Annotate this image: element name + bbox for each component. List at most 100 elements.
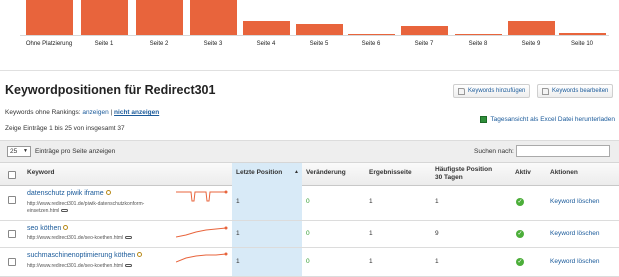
document-icon bbox=[542, 87, 549, 95]
col-best-line2: 30 Tagen bbox=[435, 174, 463, 181]
page-title: Keywordpositionen für Redirect301 bbox=[5, 83, 216, 97]
edit-keywords-label: Keywords bearbeiten bbox=[552, 88, 609, 94]
change-value: 0 bbox=[306, 198, 310, 205]
keyword-distribution-chart: Ohne Platzierung Seite 1 Seite 2 Seite 3 Sei… bbox=[0, 0, 619, 52]
table-header: Keyword Letzte Position ▲ Veränderung Er… bbox=[0, 162, 619, 186]
table-row: seo köthen http://www.redirect301.de/seo… bbox=[0, 221, 619, 248]
chart-axis bbox=[20, 35, 609, 36]
col-keyword[interactable]: Keyword bbox=[27, 169, 54, 176]
category-label: Seite 1 bbox=[94, 41, 114, 47]
chart-bar bbox=[190, 0, 237, 36]
chart-bar bbox=[81, 0, 128, 36]
divider bbox=[0, 70, 619, 71]
keyword-text: suchmaschinenoptimierung köthen bbox=[27, 252, 136, 259]
col-actions: Aktionen bbox=[550, 169, 578, 176]
change-value: 0 bbox=[306, 258, 310, 265]
change-value: 0 bbox=[306, 230, 310, 237]
url-text: http://www.redirect301.de/seo-koethen.ht… bbox=[27, 235, 133, 242]
category-label: Seite 2 bbox=[149, 41, 169, 47]
check-icon[interactable]: ✓ bbox=[516, 230, 524, 238]
check-icon[interactable]: ✓ bbox=[516, 198, 524, 206]
position-sparkline bbox=[176, 252, 228, 263]
category-label: Seite 10 bbox=[570, 41, 594, 47]
col-active[interactable]: Aktiv bbox=[515, 169, 531, 176]
select-all-checkbox[interactable] bbox=[8, 171, 16, 179]
preview-icon[interactable] bbox=[125, 264, 133, 268]
url-text-2: einsetzen.html bbox=[27, 208, 69, 215]
row-checkbox[interactable] bbox=[8, 258, 16, 266]
search-icon[interactable] bbox=[105, 190, 111, 195]
url-text-value: http://www.redirect301.de/seo-koethen.ht… bbox=[27, 235, 124, 241]
best-position: 1 bbox=[435, 258, 439, 265]
category-label: Seite 8 bbox=[468, 41, 488, 47]
search-input[interactable] bbox=[516, 145, 610, 157]
chart-bar bbox=[243, 21, 290, 36]
url-text-value: http://www.redirect301.de/seo-koethen.ht… bbox=[27, 263, 124, 269]
chevron-down-icon: ▼ bbox=[23, 148, 28, 154]
ranking-filter: Keywords ohne Rankings: anzeigen | nicht… bbox=[5, 109, 159, 116]
delete-keyword-link[interactable]: Keyword löschen bbox=[550, 230, 600, 237]
search-icon[interactable] bbox=[63, 225, 69, 230]
edit-keywords-button[interactable]: Keywords bearbeiten bbox=[537, 84, 614, 98]
result-page: 1 bbox=[369, 230, 373, 237]
url-text-cont: einsetzen.html bbox=[27, 208, 60, 214]
search-icon[interactable] bbox=[137, 252, 143, 257]
position-cell-bg bbox=[232, 186, 302, 220]
category-label: Seite 3 bbox=[203, 41, 223, 47]
add-keywords-label: Keywords hinzufügen bbox=[468, 88, 526, 94]
position-sparkline bbox=[176, 190, 228, 202]
result-page: 1 bbox=[369, 258, 373, 265]
table-row: datenschutz piwik iframe http://www.redi… bbox=[0, 186, 619, 221]
keyword-link[interactable]: seo köthen bbox=[27, 225, 69, 232]
hide-link[interactable]: nicht anzeigen bbox=[114, 109, 159, 116]
delete-keyword-link[interactable]: Keyword löschen bbox=[550, 198, 600, 205]
chart-bar bbox=[136, 0, 183, 36]
sort-asc-icon: ▲ bbox=[294, 169, 299, 175]
keyword-link[interactable]: datenschutz piwik iframe bbox=[27, 190, 111, 197]
chart-bar bbox=[508, 21, 555, 36]
col-position-label: Letzte Position bbox=[236, 169, 283, 176]
url-text: http://www.redirect301.de/piwik-datensch… bbox=[27, 201, 145, 207]
entries-info: Zeige Einträge 1 bis 25 von insgesamt 37 bbox=[5, 125, 125, 132]
page-size-select[interactable]: 25 ▼ bbox=[7, 146, 31, 157]
col-best-line1: Häufigste Position bbox=[435, 166, 493, 173]
keyword-text: datenschutz piwik iframe bbox=[27, 190, 104, 197]
category-label: Seite 5 bbox=[309, 41, 329, 47]
per-page-label: Einträge pro Seite anzeigen bbox=[35, 148, 116, 155]
url-text: http://www.redirect301.de/seo-koethen.ht… bbox=[27, 263, 133, 270]
category-label: Seite 6 bbox=[361, 41, 381, 47]
table-controls: 25 ▼ Einträge pro Seite anzeigen Suchen … bbox=[0, 140, 619, 162]
chart-bar bbox=[26, 0, 73, 36]
preview-icon[interactable] bbox=[61, 209, 69, 213]
filter-separator: | bbox=[110, 109, 113, 116]
keyword-link[interactable]: suchmaschinenoptimierung köthen bbox=[27, 252, 143, 259]
best-position: 1 bbox=[435, 198, 439, 205]
excel-export-label: Tagesansicht als Excel Datei herunterlad… bbox=[490, 116, 615, 123]
col-best-position[interactable]: Häufigste Position 30 Tagen bbox=[435, 166, 492, 182]
position-sparkline bbox=[176, 226, 228, 238]
add-keywords-button[interactable]: Keywords hinzufügen bbox=[453, 84, 531, 98]
col-position[interactable]: Letzte Position ▲ bbox=[232, 163, 302, 186]
row-checkbox[interactable] bbox=[8, 230, 16, 238]
filter-label: Keywords ohne Rankings: bbox=[5, 109, 81, 116]
preview-icon[interactable] bbox=[125, 236, 133, 240]
position-cell-bg bbox=[232, 248, 302, 276]
excel-icon bbox=[480, 116, 488, 123]
show-link[interactable]: anzeigen bbox=[82, 109, 108, 116]
position-cell-bg bbox=[232, 221, 302, 247]
row-checkbox[interactable] bbox=[8, 196, 16, 204]
col-change[interactable]: Veränderung bbox=[306, 169, 346, 176]
delete-keyword-link[interactable]: Keyword löschen bbox=[550, 258, 600, 265]
keyword-text: seo köthen bbox=[27, 225, 62, 232]
category-label: Seite 7 bbox=[414, 41, 434, 47]
search-label: Suchen nach: bbox=[474, 148, 514, 155]
check-icon[interactable]: ✓ bbox=[516, 258, 524, 266]
page-size-value: 25 bbox=[10, 148, 18, 155]
category-label: Ohne Platzierung bbox=[25, 41, 73, 47]
table-row: suchmaschinenoptimierung köthen http://w… bbox=[0, 248, 619, 277]
result-page: 1 bbox=[369, 198, 373, 205]
last-position: 1 bbox=[236, 258, 240, 265]
document-icon bbox=[458, 87, 465, 95]
col-results[interactable]: Ergebnisseite bbox=[369, 169, 412, 176]
excel-export-link[interactable]: Tagesansicht als Excel Datei herunterlad… bbox=[480, 116, 615, 123]
